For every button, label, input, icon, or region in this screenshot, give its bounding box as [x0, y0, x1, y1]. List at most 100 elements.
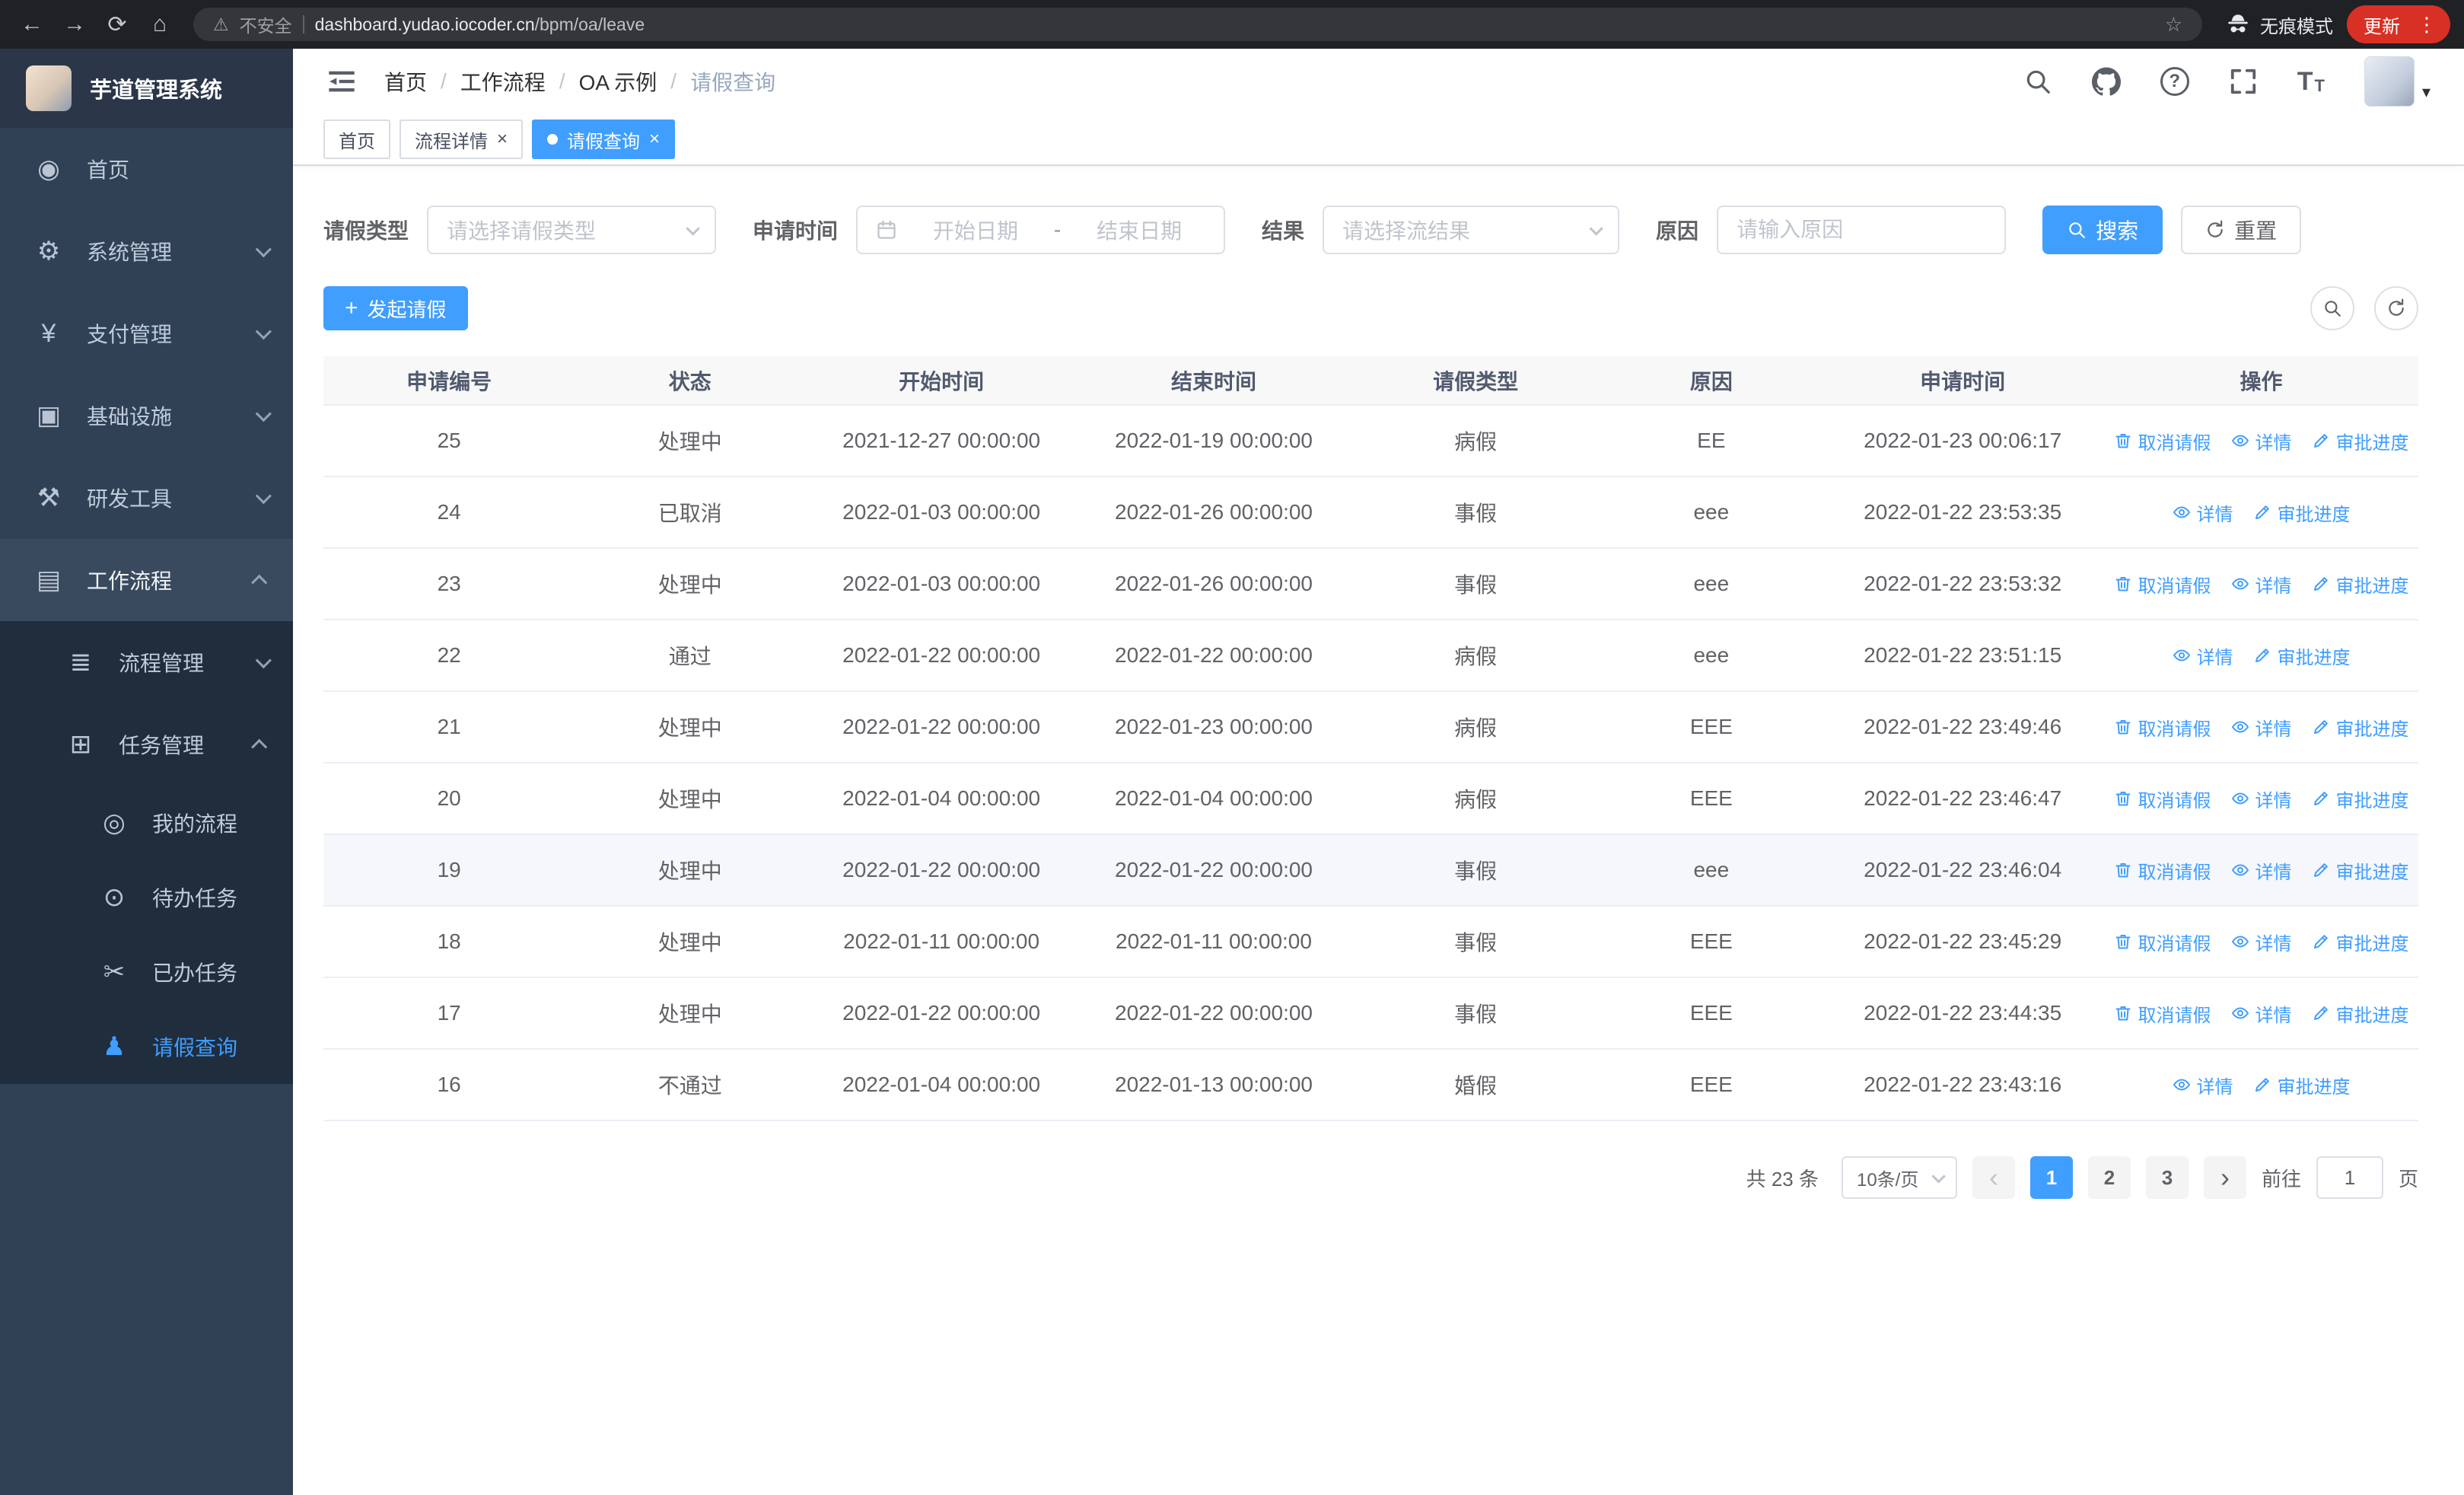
help-icon[interactable]: ?	[2160, 67, 2189, 96]
table-refresh-button[interactable]	[2374, 286, 2418, 330]
reason-input[interactable]	[1717, 206, 2007, 254]
warning-icon: ⚠	[213, 14, 229, 34]
goto-page-input[interactable]	[2316, 1156, 2383, 1199]
action-progress-link[interactable]: 审批进度	[2253, 499, 2351, 526]
result-select[interactable]: 请选择流结果	[1323, 206, 1620, 254]
action-progress-link[interactable]: 审批进度	[2312, 1000, 2409, 1027]
page-size-select[interactable]: 10条/页	[1841, 1156, 1957, 1199]
goto-label: 前往	[2261, 1167, 2301, 1191]
close-icon[interactable]: ×	[497, 130, 508, 148]
pen-icon	[2253, 646, 2271, 665]
page-button-2[interactable]: 2	[2087, 1156, 2131, 1199]
action-detail-link[interactable]: 详情	[2173, 1072, 2233, 1098]
close-icon[interactable]: ×	[649, 130, 660, 148]
action-detail-link[interactable]: 详情	[2231, 714, 2292, 741]
sidebar-item-task-management[interactable]: ⊞ 任务管理	[0, 703, 293, 786]
cell-end-time: 2022-01-04 00:00:00	[1078, 763, 1350, 835]
column-header: 开始时间	[805, 356, 1078, 406]
search-icon[interactable]	[2023, 67, 2052, 96]
sidebar-item-todo-tasks[interactable]: ⊙ 待办任务	[0, 860, 293, 935]
tab-item[interactable]: 首页	[323, 120, 390, 159]
menu-dots-icon[interactable]: ⋮	[2411, 13, 2443, 37]
github-icon[interactable]	[2091, 67, 2121, 96]
sidebar-item-label: 流程管理	[119, 652, 205, 675]
sidebar-toggle-icon[interactable]	[326, 66, 357, 97]
sidebar-item-home[interactable]: ◉ 首页	[0, 128, 293, 210]
action-detail-link[interactable]: 详情	[2231, 1000, 2292, 1027]
action-progress-link[interactable]: 审批进度	[2312, 428, 2409, 454]
action-label: 详情	[2255, 790, 2292, 811]
security-label[interactable]: 不安全	[240, 11, 292, 37]
sidebar-item-done-tasks[interactable]: ✂ 已办任务	[0, 935, 293, 1009]
cell-leave-type: 事假	[1349, 834, 1602, 907]
reload-icon[interactable]: ⟳	[99, 6, 135, 43]
fullscreen-icon[interactable]	[2229, 67, 2258, 96]
table-search-toggle-button[interactable]	[2310, 286, 2354, 330]
sidebar-item-my-process[interactable]: ◎ 我的流程	[0, 786, 293, 860]
tab-active[interactable]: 请假查询 ×	[532, 120, 676, 159]
pagination: 共 23 条 10条/页 ‹ 123 › 前往 页	[323, 1156, 2418, 1199]
action-cancel-link[interactable]: 取消请假	[2114, 857, 2211, 884]
caret-down-icon[interactable]: ▾	[2422, 82, 2431, 107]
action-detail-link[interactable]: 详情	[2231, 929, 2292, 955]
calendar-icon	[876, 219, 897, 241]
action-progress-link[interactable]: 审批进度	[2253, 1072, 2351, 1098]
infrastructure-icon: ▣	[36, 401, 62, 430]
action-cancel-link[interactable]: 取消请假	[2114, 714, 2211, 741]
bookmark-star-icon[interactable]: ☆	[2165, 13, 2182, 37]
action-cancel-link[interactable]: 取消请假	[2114, 571, 2211, 598]
address-bar[interactable]: ⚠ 不安全 dashboard.yudao.iocoder.cn/bpm/oa/…	[193, 8, 2202, 41]
action-cancel-link[interactable]: 取消请假	[2114, 929, 2211, 955]
action-progress-link[interactable]: 审批进度	[2312, 786, 2409, 812]
action-detail-link[interactable]: 详情	[2231, 857, 2292, 884]
leave-type-select[interactable]: 请选择请假类型	[427, 206, 717, 254]
table-row: 20 处理中 2022-01-04 00:00:00 2022-01-04 00:00…	[323, 763, 2418, 835]
update-button[interactable]: 更新 ⋮	[2347, 5, 2450, 43]
page-button-3[interactable]: 3	[2145, 1156, 2189, 1199]
breadcrumb-item[interactable]: 首页	[384, 66, 427, 97]
font-size-icon[interactable]: TT	[2297, 69, 2325, 94]
action-progress-link[interactable]: 审批进度	[2312, 857, 2409, 884]
action-cancel-link[interactable]: 取消请假	[2114, 1000, 2211, 1027]
action-progress-link[interactable]: 审批进度	[2312, 714, 2409, 741]
action-progress-link[interactable]: 审批进度	[2312, 929, 2409, 955]
sidebar-item-process-management[interactable]: ≣ 流程管理	[0, 621, 293, 703]
back-icon[interactable]: ←	[14, 6, 50, 43]
action-detail-link[interactable]: 详情	[2173, 642, 2233, 669]
cell-reason: EEE	[1601, 977, 1822, 1050]
table-row: 18 处理中 2022-01-11 00:00:00 2022-01-11 00:00…	[323, 906, 2418, 978]
sidebar-item-workflow[interactable]: ▤ 工作流程	[0, 539, 293, 621]
sidebar-item-infrastructure[interactable]: ▣ 基础设施	[0, 375, 293, 457]
trash-icon	[2114, 575, 2132, 593]
sidebar-item-leave-query[interactable]: ♟ 请假查询	[0, 1009, 293, 1084]
table-row: 24 已取消 2022-01-03 00:00:00 2022-01-26 00:00…	[323, 477, 2418, 549]
sidebar-item-system[interactable]: ⚙ 系统管理	[0, 210, 293, 292]
reset-button[interactable]: 重置	[2181, 206, 2302, 254]
sidebar-item-payment[interactable]: ¥ 支付管理	[0, 292, 293, 375]
home-icon[interactable]: ⌂	[142, 6, 178, 43]
user-avatar[interactable]	[2364, 56, 2415, 107]
action-cancel-link[interactable]: 取消请假	[2114, 428, 2211, 454]
next-page-button[interactable]: ›	[2203, 1156, 2246, 1199]
breadcrumb-item[interactable]: 工作流程	[460, 66, 546, 97]
action-detail-link[interactable]: 详情	[2231, 428, 2292, 454]
action-detail-link[interactable]: 详情	[2231, 786, 2292, 812]
create-leave-button[interactable]: + 发起请假	[323, 286, 468, 330]
tab-item[interactable]: 流程详情 ×	[400, 120, 524, 159]
forward-icon[interactable]: →	[56, 6, 93, 43]
action-detail-link[interactable]: 详情	[2231, 571, 2292, 598]
action-detail-link[interactable]: 详情	[2173, 499, 2233, 526]
cell-start-time: 2022-01-22 00:00:00	[805, 691, 1078, 763]
prev-page-button[interactable]: ‹	[1972, 1156, 2015, 1199]
sidebar-item-dev-tools[interactable]: ⚒ 研发工具	[0, 457, 293, 539]
action-progress-link[interactable]: 审批进度	[2253, 642, 2351, 669]
action-cancel-link[interactable]: 取消请假	[2114, 786, 2211, 812]
apply-time-range-picker[interactable]: 开始日期 - 结束日期	[856, 206, 1226, 254]
start-date-placeholder: 开始日期	[932, 219, 1018, 243]
search-button[interactable]: 搜索	[2042, 206, 2163, 254]
breadcrumb-item[interactable]: OA 示例	[579, 66, 657, 97]
page-button-1[interactable]: 1	[2029, 1156, 2073, 1199]
action-progress-link[interactable]: 审批进度	[2312, 571, 2409, 598]
action-label: 取消请假	[2138, 862, 2211, 883]
tab-label: 首页	[339, 131, 375, 152]
